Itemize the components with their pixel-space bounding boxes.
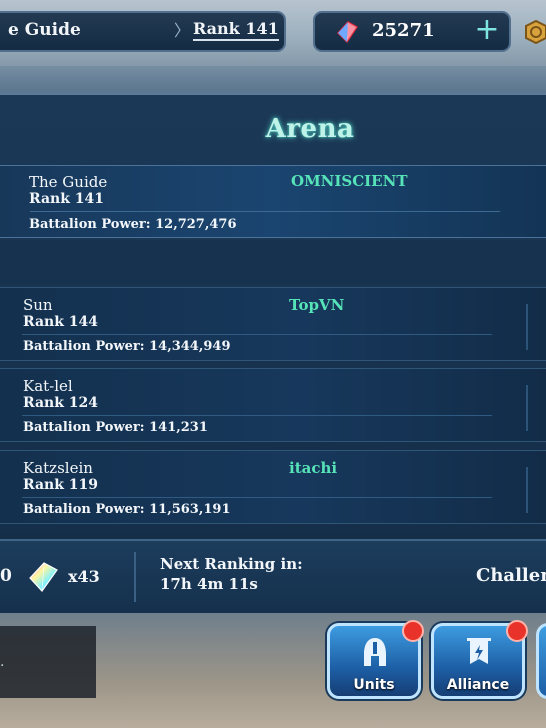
medal-icon[interactable] [524, 20, 546, 44]
section-gap [0, 240, 546, 284]
alliance-label: Alliance [446, 677, 510, 693]
divider [526, 385, 528, 431]
divider [526, 467, 528, 513]
divider [30, 211, 500, 212]
prism-count: x43 [68, 567, 100, 586]
helmet-icon [364, 638, 386, 666]
opponent-rank: Rank 124 [23, 395, 99, 411]
profile-name: e Guide [8, 20, 81, 40]
alliance-button[interactable]: Alliance [431, 620, 528, 699]
opponent-name: Katzslein [23, 459, 93, 477]
divider [134, 552, 136, 602]
opponent-battalion-power: Battalion Power: 141,231 [23, 420, 208, 435]
left-count: 0 [0, 566, 12, 586]
more-nav-button[interactable] [536, 623, 546, 699]
divider [22, 497, 492, 498]
units-label: Units [353, 677, 395, 693]
opponent-battalion-power: Battalion Power: 14,344,949 [23, 339, 231, 354]
opponent-name: Sun [23, 296, 53, 314]
divider [22, 415, 492, 416]
opponent-battalion-power: Battalion Power: 11,563,191 [23, 502, 231, 517]
player-name: The Guide [29, 173, 108, 191]
opponent-guild: itachi [289, 459, 338, 477]
player-battalion-power: Battalion Power: 12,727,476 [29, 217, 237, 232]
rank-label: Rank 141 [193, 19, 279, 41]
chat-box[interactable]: . [0, 626, 96, 698]
challenge-button[interactable]: Challen [476, 565, 546, 586]
page-title: Arena [265, 114, 355, 144]
notification-badge [402, 620, 424, 642]
banner-icon [467, 638, 491, 664]
add-gems-button[interactable]: + [474, 15, 500, 45]
player-rank: Rank 141 [29, 191, 105, 207]
opponent-rank: Rank 119 [23, 477, 99, 493]
chat-dot: . [0, 654, 5, 670]
player-guild: OMNISCIENT [291, 172, 408, 190]
opponent-guild: TopVN [289, 296, 345, 314]
divider [22, 334, 492, 335]
units-button[interactable]: Units [327, 620, 424, 699]
opponent-rank: Rank 144 [23, 314, 99, 330]
gem-icon [336, 21, 359, 44]
divider [526, 304, 528, 350]
prism-crystal-icon [29, 562, 58, 592]
next-ranking-timer: 17h 4m 11s [160, 575, 258, 593]
next-ranking-label: Next Ranking in: [160, 555, 303, 573]
chevron-right-icon: 〉 [174, 21, 191, 40]
gem-count: 25271 [372, 20, 435, 41]
notification-badge [506, 620, 528, 642]
opponent-name: Kat-lel [23, 377, 73, 395]
